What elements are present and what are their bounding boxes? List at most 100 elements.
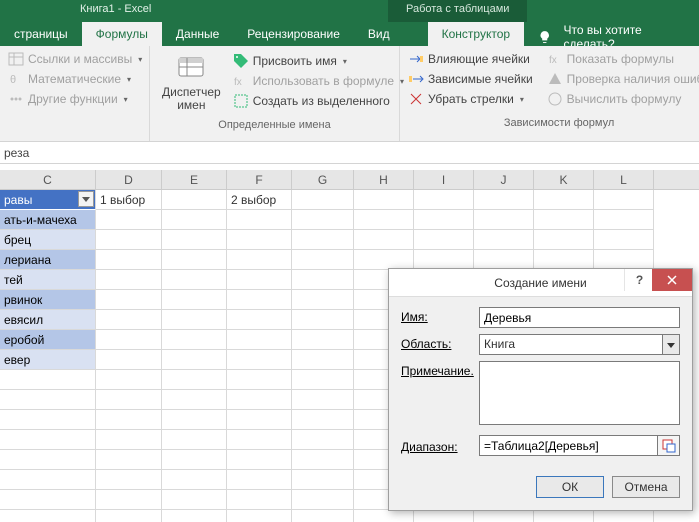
cell[interactable]	[162, 190, 227, 210]
cell[interactable]	[227, 330, 292, 350]
cell[interactable]	[292, 450, 354, 470]
cell[interactable]	[227, 350, 292, 370]
cell[interactable]	[0, 470, 96, 490]
trace-dependents-button[interactable]: Зависимые ячейки	[406, 70, 535, 88]
cell[interactable]	[162, 430, 227, 450]
cell[interactable]: 1 выбор	[96, 190, 162, 210]
cell[interactable]	[594, 230, 654, 250]
cell[interactable]	[0, 390, 96, 410]
cell[interactable]	[474, 510, 534, 522]
comment-textarea[interactable]	[479, 361, 680, 425]
tab-view[interactable]: Вид	[354, 22, 404, 46]
cell[interactable]	[162, 250, 227, 270]
trace-precedents-button[interactable]: Влияющие ячейки	[406, 50, 535, 68]
col-header-I[interactable]: I	[414, 170, 474, 189]
cell[interactable]	[292, 490, 354, 510]
cell[interactable]: евясил	[0, 310, 96, 330]
cell[interactable]	[96, 290, 162, 310]
cell[interactable]	[227, 270, 292, 290]
cell[interactable]: лериана	[0, 250, 96, 270]
cell[interactable]: евер	[0, 350, 96, 370]
define-name-button[interactable]: Присвоить имя▾	[231, 52, 406, 70]
use-in-formula-button[interactable]: fx Использовать в формуле▾	[231, 72, 406, 90]
cell[interactable]	[414, 250, 474, 270]
cell[interactable]	[227, 410, 292, 430]
table-header-cell[interactable]: равы	[0, 190, 96, 210]
cell[interactable]	[534, 190, 594, 210]
tab-data[interactable]: Данные	[162, 22, 233, 46]
col-header-C[interactable]: C	[0, 170, 96, 189]
cell[interactable]	[292, 370, 354, 390]
cell[interactable]	[227, 310, 292, 330]
cell[interactable]	[162, 230, 227, 250]
cell[interactable]	[227, 290, 292, 310]
col-header-L[interactable]: L	[594, 170, 654, 189]
cell[interactable]	[474, 210, 534, 230]
cell[interactable]	[0, 370, 96, 390]
cell[interactable]	[0, 410, 96, 430]
scope-dropdown-button[interactable]	[662, 334, 680, 355]
cell[interactable]	[162, 470, 227, 490]
lookup-reference-button[interactable]: Ссылки и массивы▾	[6, 50, 143, 68]
cell[interactable]	[162, 290, 227, 310]
show-formulas-button[interactable]: fx Показать формулы	[545, 50, 699, 68]
cell[interactable]	[227, 450, 292, 470]
evaluate-formula-button[interactable]: Вычислить формулу	[545, 90, 699, 108]
cell[interactable]	[354, 230, 414, 250]
dialog-close-button[interactable]	[652, 269, 692, 291]
cell[interactable]: ать-и-мачеха	[0, 210, 96, 230]
error-checking-button[interactable]: Проверка наличия ошибо	[545, 70, 699, 88]
cell[interactable]	[162, 330, 227, 350]
col-header-G[interactable]: G	[292, 170, 354, 189]
cancel-button[interactable]: Отмена	[612, 476, 680, 498]
cell[interactable]	[96, 470, 162, 490]
dialog-help-button[interactable]: ?	[624, 269, 654, 291]
cell[interactable]: тей	[0, 270, 96, 290]
cell[interactable]	[474, 190, 534, 210]
col-header-D[interactable]: D	[96, 170, 162, 189]
cell[interactable]	[414, 190, 474, 210]
cell[interactable]	[414, 510, 474, 522]
cell[interactable]	[227, 390, 292, 410]
cell[interactable]	[96, 310, 162, 330]
cell[interactable]	[96, 430, 162, 450]
cell[interactable]	[162, 410, 227, 430]
cell[interactable]	[292, 250, 354, 270]
cell[interactable]	[292, 350, 354, 370]
tell-me[interactable]: Что вы хотите сделать?	[530, 22, 699, 46]
cell[interactable]	[594, 510, 654, 522]
cell[interactable]	[292, 330, 354, 350]
cell[interactable]	[0, 450, 96, 470]
filter-dropdown-button[interactable]	[78, 191, 94, 207]
cell[interactable]	[292, 230, 354, 250]
tab-review[interactable]: Рецензирование	[233, 22, 354, 46]
formula-bar[interactable]: реза	[0, 142, 699, 164]
cell[interactable]	[162, 270, 227, 290]
cell[interactable]	[162, 450, 227, 470]
cell[interactable]	[474, 230, 534, 250]
col-header-E[interactable]: E	[162, 170, 227, 189]
more-functions-button[interactable]: Другие функции▾	[6, 90, 143, 108]
cell[interactable]	[292, 270, 354, 290]
cell[interactable]	[227, 470, 292, 490]
cell[interactable]	[96, 210, 162, 230]
cell[interactable]	[354, 510, 414, 522]
range-picker-button[interactable]	[658, 435, 680, 456]
create-from-selection-button[interactable]: Создать из выделенного	[231, 92, 406, 110]
cell[interactable]	[227, 250, 292, 270]
cell[interactable]	[96, 510, 162, 522]
cell[interactable]: брец	[0, 230, 96, 250]
cell[interactable]	[162, 510, 227, 522]
tab-table-design[interactable]: Конструктор	[428, 22, 524, 46]
tab-pages[interactable]: страницы	[0, 22, 82, 46]
cell[interactable]	[292, 410, 354, 430]
cell[interactable]	[0, 490, 96, 510]
cell[interactable]	[594, 190, 654, 210]
cell[interactable]: еробой	[0, 330, 96, 350]
range-input[interactable]	[479, 435, 658, 456]
cell[interactable]	[162, 350, 227, 370]
cell[interactable]	[96, 490, 162, 510]
cell[interactable]	[474, 250, 534, 270]
cell[interactable]	[414, 230, 474, 250]
cell[interactable]	[162, 390, 227, 410]
